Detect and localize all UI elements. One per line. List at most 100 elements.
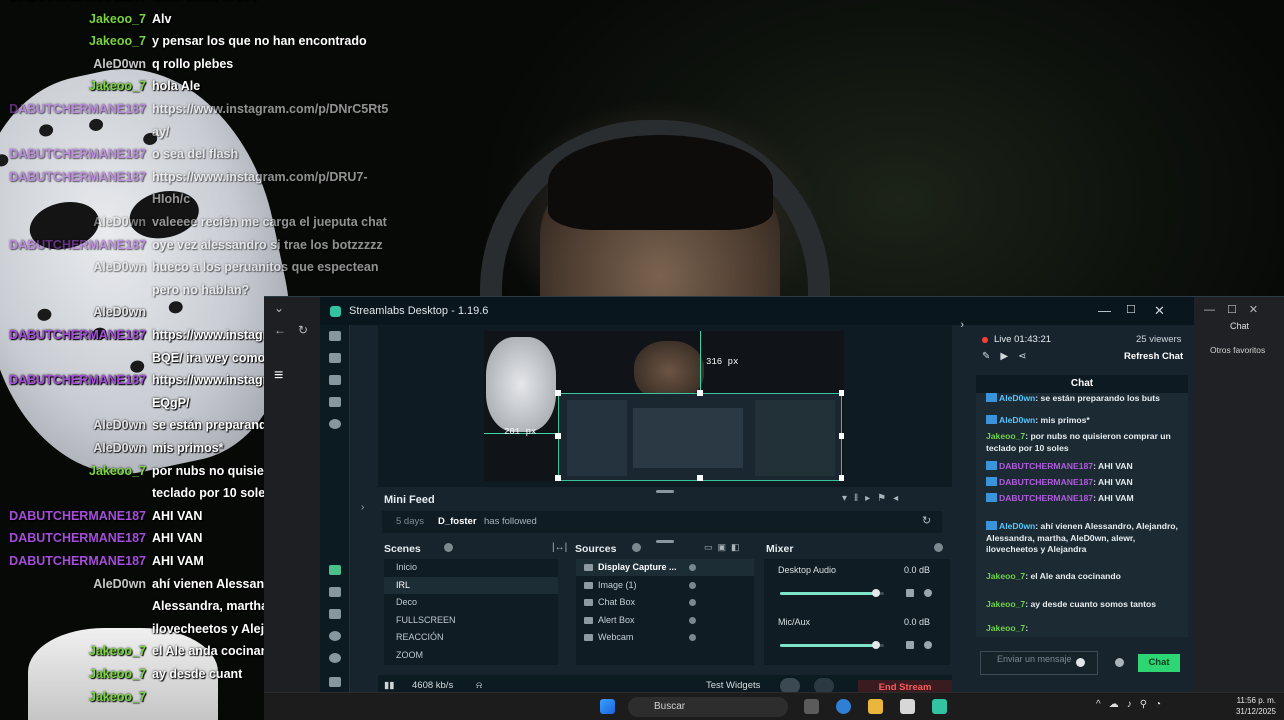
window-title: Streamlabs Desktop - 1.19.6 (349, 305, 489, 317)
speaker-icon[interactable] (906, 589, 914, 597)
sources-add-icon[interactable] (632, 543, 641, 552)
resize-handle[interactable] (555, 390, 561, 396)
scene-item[interactable]: ZOOM (384, 647, 558, 664)
display-capture-box[interactable] (558, 393, 842, 481)
emoji-icon[interactable] (1076, 658, 1085, 667)
collapse-chevron-icon[interactable]: › (960, 319, 964, 331)
browser-window-controls-icon[interactable]: —☐✕ (1204, 303, 1270, 316)
resize-handle[interactable] (697, 390, 703, 396)
chat-tools-icon[interactable]: ✎▶⋖ (982, 351, 1036, 362)
scene-item[interactable]: Inicio (384, 559, 558, 576)
source-item[interactable]: Webcam (576, 629, 754, 646)
overlay-chat-text: hola Ale (152, 79, 201, 94)
chat-username[interactable]: AleD0wn (999, 393, 1035, 403)
highlighter-nav-icon[interactable] (329, 419, 341, 429)
menu-icon[interactable]: ≡ (274, 367, 283, 385)
visibility-icon[interactable] (689, 634, 696, 642)
chat-username[interactable]: DABUTCHERMANE187 (999, 461, 1093, 471)
drag-handle[interactable] (656, 540, 674, 543)
start-icon[interactable] (600, 699, 615, 714)
chat-username[interactable]: DABUTCHERMANE187 (999, 477, 1093, 487)
visibility-icon[interactable] (689, 564, 696, 571)
source-item[interactable]: Image (1) (576, 577, 754, 594)
speaker-icon[interactable] (906, 641, 914, 649)
browser-tab[interactable]: Chat (1230, 321, 1249, 331)
store-nav-icon[interactable] (329, 375, 341, 385)
scene-transition-icon[interactable]: |↔| (552, 542, 567, 553)
studio-nav-icon[interactable] (329, 353, 341, 363)
send-chat-button[interactable]: Chat (1138, 654, 1180, 672)
scene-item[interactable]: FULLSCREEN (384, 612, 558, 629)
source-item[interactable]: Alert Box (576, 612, 754, 629)
feed-refresh-icon[interactable]: ↻ (922, 514, 931, 527)
profile-icon[interactable] (329, 677, 341, 687)
feed-user[interactable]: D_foster (438, 516, 477, 527)
settings-icon[interactable] (329, 653, 341, 663)
expand-arrow-icon[interactable]: › (361, 502, 364, 513)
chat-settings-icon[interactable] (1115, 658, 1124, 667)
test-widgets-button[interactable]: Test Widgets (706, 680, 760, 691)
scene-item[interactable]: IRL (384, 576, 558, 594)
resize-handle[interactable] (555, 433, 561, 439)
taskbar-search[interactable]: Buscar (628, 697, 788, 717)
resize-handle[interactable] (555, 475, 561, 481)
tray-icons[interactable]: ^☁♪⚲◔ (1096, 699, 1169, 710)
volume-slider-knob[interactable] (871, 641, 880, 649)
visibility-icon[interactable] (689, 581, 696, 589)
overlay-chat-message: Jakeoo_7 y pensar los que no han encontra… (0, 34, 367, 48)
close-button[interactable]: ✕ (1154, 303, 1165, 319)
overlay-chat-text: https://www.instagra (152, 328, 275, 342)
chat-username[interactable]: DABUTCHERMANE187 (999, 493, 1093, 503)
bookmarks-folder[interactable]: Otros favoritos (1210, 345, 1265, 355)
chat-username[interactable]: Jakeoo_7 (986, 599, 1025, 609)
layout-nav-icon[interactable] (329, 397, 341, 407)
overlay-chat-username: DABUTCHERMANE187 (9, 328, 146, 342)
volume-slider-knob[interactable] (871, 589, 880, 597)
store-icon[interactable] (900, 699, 915, 714)
minimize-button[interactable]: — (1098, 303, 1111, 318)
help-icon[interactable] (329, 631, 341, 641)
taskbar-clock[interactable]: 11:56 p. m. 31/12/2025 (1236, 695, 1276, 717)
channel-settings-icon[interactable] (924, 589, 932, 597)
source-item[interactable]: Chat Box (576, 594, 754, 611)
reload-icon[interactable]: ↻ (298, 323, 308, 337)
overlay-chat-text: https://www.instagra (152, 373, 275, 388)
visibility-icon[interactable] (689, 599, 696, 607)
mixer-settings-icon[interactable] (934, 543, 943, 552)
streamlabs-taskbar-icon[interactable] (932, 699, 947, 714)
chat-text: AHI VAN (1098, 477, 1133, 487)
overlay-chat-message: AleD0wn mis primos* (0, 441, 223, 455)
resize-handle[interactable] (839, 475, 844, 481)
refresh-chat-button[interactable]: Refresh Chat (1124, 351, 1183, 362)
chat-username[interactable]: Jakeoo_7 (986, 571, 1025, 581)
sources-tools-icon[interactable]: ▭▣◧ (704, 542, 745, 553)
edge-icon[interactable] (836, 699, 851, 714)
resize-handle[interactable] (697, 475, 703, 481)
feed-controls-icon[interactable]: ▾‖▸⚑◂ (842, 493, 905, 504)
visibility-icon[interactable] (689, 616, 696, 624)
drag-handle[interactable] (656, 490, 674, 493)
editor-nav-icon[interactable] (329, 331, 341, 341)
scene-item[interactable]: Deco (384, 594, 558, 611)
task-view-icon[interactable] (804, 699, 819, 714)
source-item[interactable]: Display Capture ... (576, 559, 754, 576)
resize-handle[interactable] (839, 433, 844, 439)
bell-icon[interactable]: ⍾ (476, 680, 482, 691)
studio-mode-icon[interactable] (329, 587, 341, 597)
scenes-add-icon[interactable] (444, 543, 453, 552)
chat-username[interactable]: AleD0wn (999, 415, 1035, 425)
channel-settings-icon[interactable] (924, 641, 932, 649)
scene-item[interactable]: REACCIÓN (384, 629, 558, 646)
resize-handle[interactable] (839, 390, 844, 396)
chat-username[interactable]: AleD0wn (999, 521, 1035, 531)
maximize-button[interactable]: ☐ (1126, 303, 1136, 316)
dashboard-nav-icon[interactable] (329, 565, 341, 575)
chat-username[interactable]: Jakeoo_7 (986, 623, 1025, 633)
stream-preview[interactable]: 316 px 201 px (484, 331, 844, 481)
windows-taskbar: Buscar ^☁♪⚲◔ 11:56 p. m. 31/12/2025 (264, 692, 1284, 720)
layers-icon[interactable] (329, 609, 341, 619)
feed-time: 5 days (396, 516, 424, 527)
back-icon[interactable]: ← (274, 323, 286, 337)
chat-username[interactable]: Jakeoo_7 (986, 431, 1025, 441)
file-explorer-icon[interactable] (868, 699, 883, 714)
